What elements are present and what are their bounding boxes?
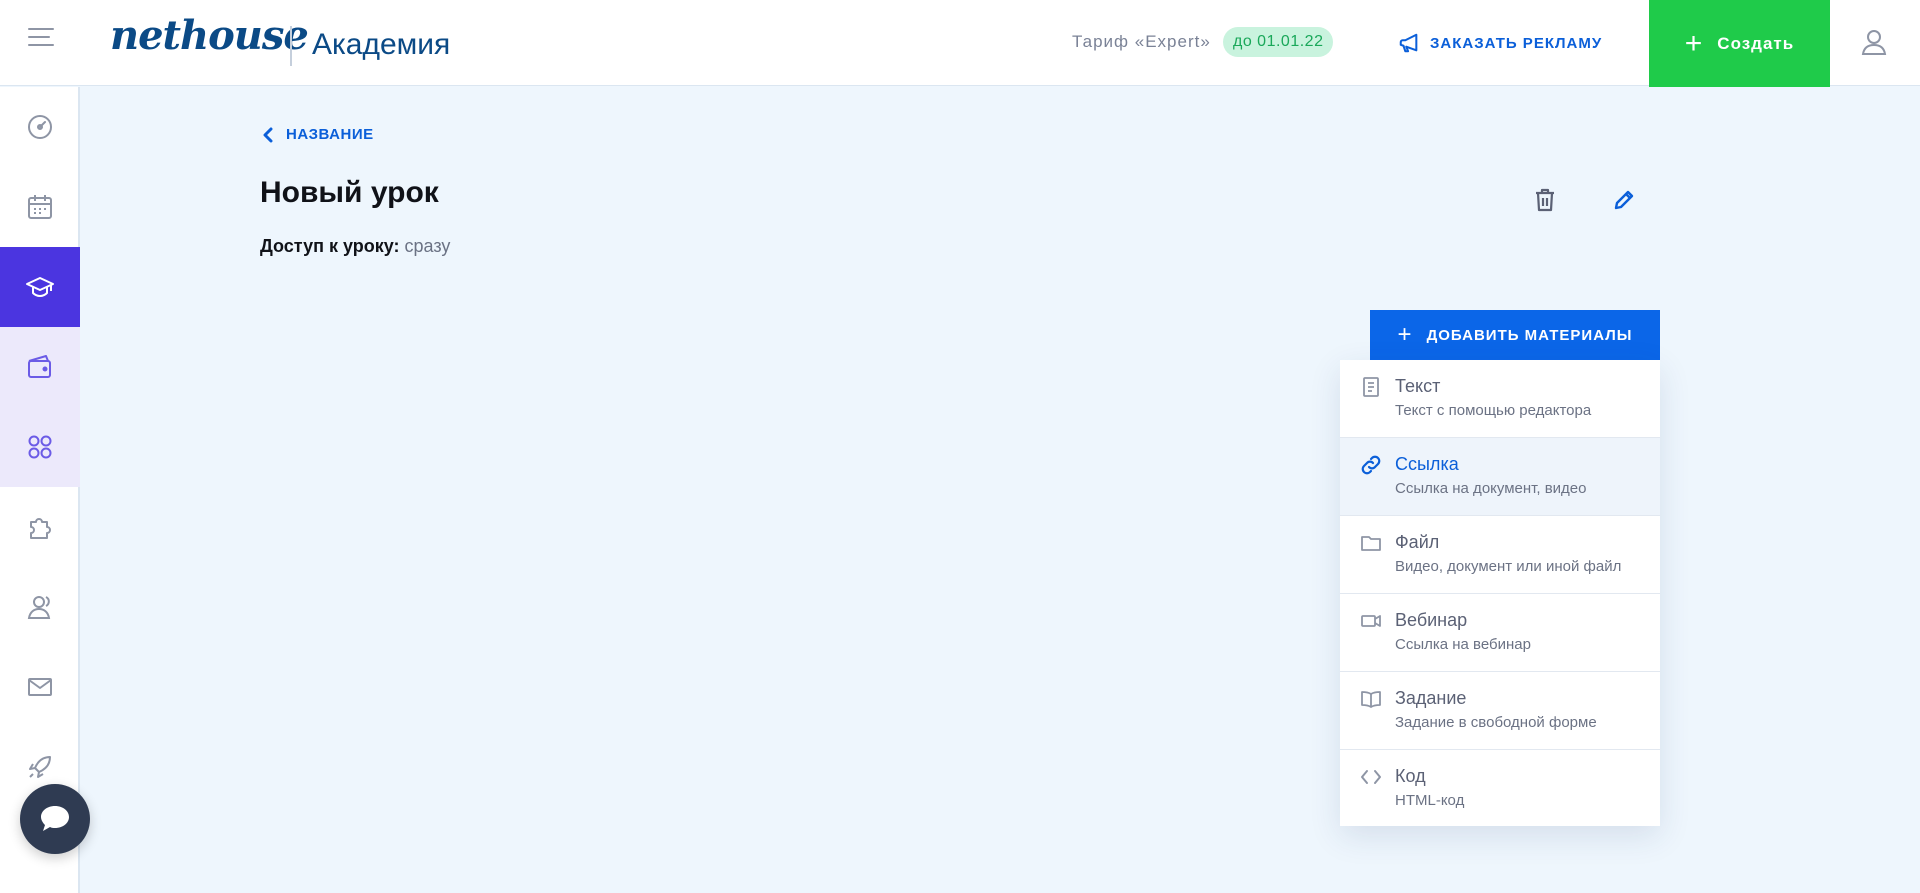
code-icon [1361,770,1381,784]
logo-divider [290,26,292,66]
menu-item-link[interactable]: Ссылка Ссылка на документ, видео [1340,438,1660,516]
calendar-icon [28,195,52,219]
megaphone-icon [1399,33,1418,53]
dashboard-icon [28,115,52,139]
academy-icon [26,277,54,297]
left-sidebar [0,87,80,893]
pencil-icon [1614,190,1634,210]
back-link-label: НАЗВАНИЕ [286,126,374,143]
sidebar-item-calendar[interactable] [0,167,80,247]
menu-item-webinar[interactable]: Вебинар Ссылка на вебинар [1340,594,1660,672]
folder-icon [1361,536,1381,551]
sidebar-item-integrations[interactable] [0,487,80,567]
users-icon [27,596,51,619]
materials-dropdown-menu: Текст Текст с помощью редактора Ссылка С… [1340,360,1660,826]
menu-item-file[interactable]: Файл Видео, документ или иной файл [1340,516,1660,594]
create-label: Создать [1717,33,1795,53]
order-ad-button[interactable]: ЗАКАЗАТЬ РЕКЛАМУ [1398,26,1602,60]
brand-logo[interactable]: nethouse [110,12,309,59]
menu-item-subtitle: HTML-код [1395,792,1465,809]
wallet-icon [28,355,51,378]
top-header: nethouse Академия Тариф «Expert» до 01.0… [0,0,1920,87]
plus-icon: + [1684,26,1704,60]
order-ad-label: ЗАКАЗАТЬ РЕКЛАМУ [1430,34,1603,52]
menu-item-subtitle: Ссылка на вебинар [1395,636,1531,653]
menu-item-subtitle: Задание в свободной форме [1395,714,1597,731]
rocket-icon [29,756,51,778]
sidebar-item-users[interactable] [0,567,80,647]
puzzle-icon [30,518,51,539]
sidebar-item-mail[interactable] [0,647,80,727]
mail-icon [28,678,52,696]
menu-item-text[interactable]: Текст Текст с помощью редактора [1340,360,1660,438]
menu-item-subtitle: Ссылка на документ, видео [1395,480,1587,497]
access-label: Доступ к уроку: [260,236,400,256]
menu-item-title: Текст [1395,376,1441,396]
edit-button[interactable] [1608,184,1640,216]
menu-item-title: Ссылка [1395,454,1459,474]
menu-item-subtitle: Видео, документ или иной файл [1395,558,1622,575]
sidebar-item-academy[interactable] [0,247,80,327]
sidebar-item-apps[interactable] [0,407,80,487]
access-info: Доступ к уроку: сразу [260,236,450,257]
sidebar-item-dashboard[interactable] [0,87,80,167]
add-materials-button[interactable]: + ДОБАВИТЬ МАТЕРИАЛЫ [1370,310,1660,360]
add-materials-label: ДОБАВИТЬ МАТЕРИАЛЫ [1426,326,1633,344]
menu-item-subtitle: Текст с помощью редактора [1395,402,1592,419]
chat-bubble-icon [41,806,69,831]
plus-icon: + [1397,321,1413,348]
video-camera-icon [1361,615,1381,627]
back-link[interactable]: НАЗВАНИЕ [262,126,374,143]
menu-item-title: Задание [1395,688,1467,708]
book-icon [1361,691,1381,708]
apps-icon [28,435,52,459]
hamburger-menu-icon[interactable] [28,28,60,56]
menu-item-code[interactable]: Код HTML-код [1340,750,1660,828]
chevron-left-icon [263,127,273,142]
tariff-expiry-badge: до 01.01.22 [1223,27,1334,57]
menu-item-title: Код [1395,766,1426,786]
menu-item-title: Вебинар [1395,610,1468,630]
access-value: сразу [404,236,451,256]
document-icon [1363,377,1379,397]
menu-item-title: Файл [1395,532,1440,552]
user-profile-icon[interactable] [1858,26,1890,58]
menu-item-assignment[interactable]: Задание Задание в свободной форме [1340,672,1660,750]
sidebar-item-wallet[interactable] [0,327,80,407]
create-button[interactable]: + Создать [1649,0,1830,87]
page-title: Новый урок [260,176,439,209]
tariff-label: Тариф «Expert» [1072,32,1211,51]
app-name: Академия [312,28,451,61]
trash-icon [1536,188,1554,212]
delete-button[interactable] [1529,184,1561,216]
chat-widget-button[interactable] [20,784,90,854]
link-icon [1361,455,1381,475]
